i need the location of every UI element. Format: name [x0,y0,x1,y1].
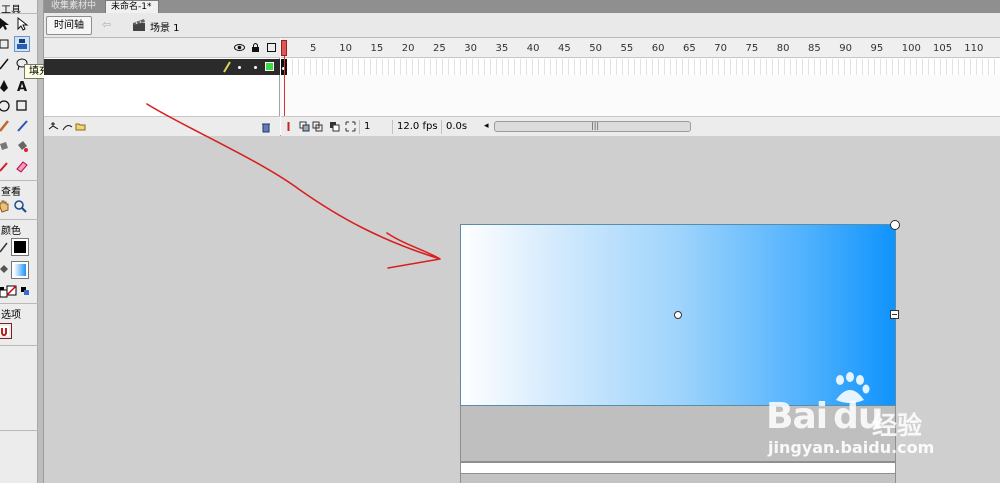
frame-rate-field[interactable]: 12.0 fps [392,120,441,134]
line-icon[interactable] [0,56,12,72]
scrollbar-grip-icon[interactable]: ||| [591,121,599,130]
onion-skin-outlines-icon[interactable] [312,121,323,132]
frame-tick-60: 60 [651,43,665,54]
frame-tick-110: 110 [964,43,984,54]
swap-colors-icon[interactable] [17,283,33,299]
scene-clapper-icon [132,18,146,32]
edit-bar: 时间轴 ⇦ 场景 1 [44,13,1000,38]
frame-tick-50: 50 [589,43,602,54]
frame-tick-70: 70 [714,43,727,54]
gradient-center-handle[interactable] [674,311,682,319]
frame-tick-55: 55 [620,43,634,54]
playhead-line [284,56,285,118]
frame-tick-100: 100 [901,43,921,54]
fill-color-bucket-icon[interactable] [0,262,12,278]
fill-transform-icon[interactable] [14,36,30,52]
oval-icon[interactable] [0,98,12,114]
layer-header [44,38,280,58]
insert-layer-icon[interactable] [48,121,59,132]
colors-header: 颜色 [1,226,21,237]
current-frame-field: 1 [359,120,392,134]
outline-icon[interactable] [266,42,277,53]
frame-tick-65: 65 [683,43,696,54]
layer-footer [44,116,280,136]
view-header: 查看 [1,187,21,198]
frame-tick-25: 25 [433,43,446,54]
selection-arrow-icon[interactable] [0,16,12,32]
elapsed-time-field: 0.0s [441,120,481,134]
options-header: 选项 [1,310,21,321]
eyedropper-icon[interactable] [0,158,12,174]
brush-icon[interactable] [14,118,30,134]
frame-tick-80: 80 [776,43,790,54]
watermark-brand: Bai du [766,396,883,437]
zoom-icon[interactable] [12,198,28,214]
lock-dot[interactable] [254,66,257,69]
frame-row[interactable] [281,59,1000,75]
watermark-subbrand: 经验 [872,411,923,440]
fill-color-swatch[interactable] [11,261,29,279]
text-icon[interactable]: A [14,78,30,94]
frame-tick-10: 10 [339,43,352,54]
svg-text:A: A [17,80,27,93]
layer-outline-color[interactable] [265,62,274,71]
tab-collecting-assets[interactable]: 收集素材中 [46,0,104,13]
frame-tick-45: 45 [558,43,571,54]
gradient-width-handle[interactable] [890,310,899,319]
watermark-url: jingyan.baidu.com [768,438,935,457]
delete-layer-icon[interactable] [260,121,272,133]
frames-area: 1510152025303540455055606570758085909510… [281,38,1000,136]
subselection-icon[interactable] [14,16,30,32]
free-transform-icon[interactable] [0,36,12,52]
frame-tick-30: 30 [464,43,477,54]
frame-tick-40: 40 [526,43,540,54]
layer-panel [44,38,280,136]
eraser-icon[interactable] [14,158,30,174]
hand-icon[interactable] [0,198,12,214]
frame-tick-20: 20 [401,43,415,54]
paint-bucket-icon[interactable] [14,138,30,154]
timeline-toggle-button[interactable]: 时间轴 [46,16,92,35]
pen-icon[interactable] [0,78,12,94]
ink-bottle-icon[interactable] [0,138,12,154]
onion-skin-icon[interactable] [299,121,310,132]
visibility-dot[interactable] [238,66,241,69]
modify-onion-markers-icon[interactable] [345,121,356,132]
playhead[interactable] [281,40,287,56]
frame-tick-85: 85 [808,43,821,54]
center-frame-icon[interactable] [283,121,294,132]
stroke-color-pencil-icon[interactable] [0,239,12,255]
snap-to-objects-icon[interactable] [0,323,12,339]
eye-icon[interactable] [234,42,245,53]
rectangle-icon[interactable] [14,98,30,114]
scene-label[interactable]: 场景 1 [150,19,180,34]
frame-tick-75: 75 [745,43,759,54]
back-arrow-icon[interactable]: ⇦ [102,19,114,31]
frame-tick-105: 105 [933,43,953,54]
frame-tick-95: 95 [870,43,884,54]
lock-icon[interactable] [250,42,261,53]
gradient-rotate-handle[interactable] [890,220,900,230]
scroll-left-arrow-icon[interactable]: ◂ [484,121,489,131]
edit-multiple-frames-icon[interactable] [329,121,340,132]
timeline-horizontal-scrollbar[interactable]: ||| [494,121,691,132]
baidu-watermark: Bai du 经验 jingyan.baidu.com [766,372,996,478]
document-tabs: 收集素材中 未命名-1* [44,0,1000,13]
frame-tick-90: 90 [839,43,852,54]
insert-folder-icon[interactable] [75,121,86,132]
frame-footer: 1 12.0 fps 0.0s ◂ ||| [281,116,1000,136]
layer-row[interactable] [44,59,280,75]
frame-tick-15: 15 [370,43,384,54]
tab-untitled-1[interactable]: 未命名-1* [105,0,159,13]
pencil-icon[interactable] [0,118,12,134]
timeline-panel: 1510152025303540455055606570758085909510… [44,38,1000,136]
add-guide-layer-icon[interactable] [62,121,73,132]
frame-tick-35: 35 [495,43,509,54]
stroke-color-swatch[interactable] [11,238,29,256]
edit-pencil-icon [222,61,232,73]
frame-tick-5: 5 [310,43,317,54]
frame-ruler[interactable]: 1510152025303540455055606570758085909510… [281,38,1000,58]
